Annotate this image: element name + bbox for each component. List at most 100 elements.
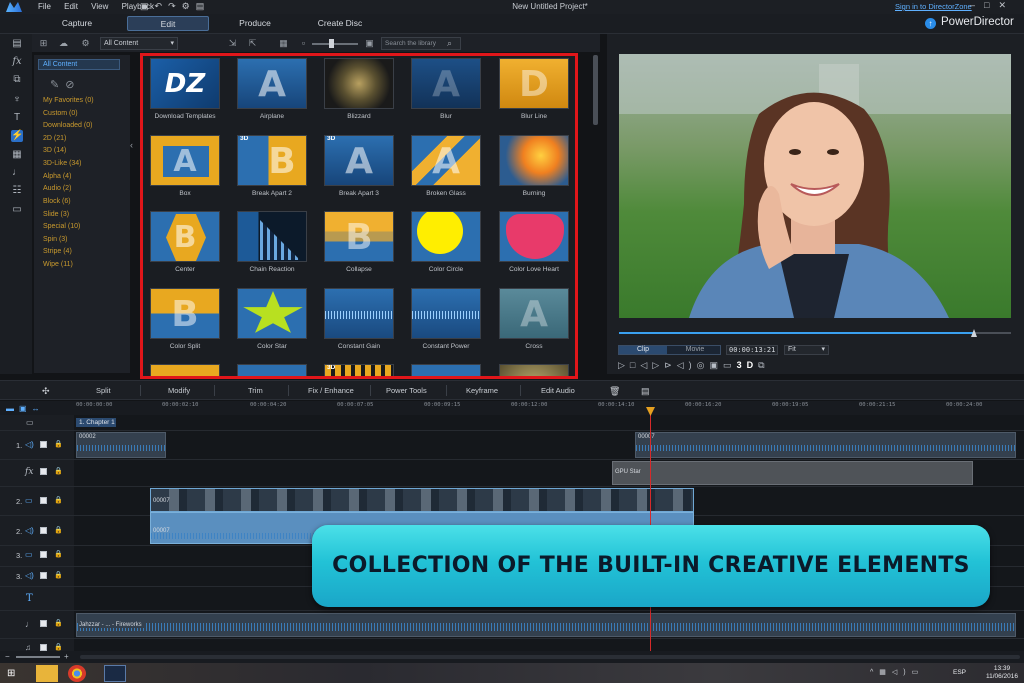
storyboard-view-icon[interactable]: ▣: [19, 404, 32, 413]
transition-tile[interactable]: A: [237, 58, 307, 109]
transition-tile[interactable]: A: [150, 135, 220, 186]
transition-room-icon[interactable]: ⚡: [11, 130, 23, 142]
transition-tile[interactable]: A: [499, 288, 569, 339]
category-downloaded[interactable]: Downloaded (0): [43, 122, 92, 129]
plugin-icon[interactable]: ⚙: [80, 38, 91, 48]
split-button[interactable]: Split: [96, 386, 111, 395]
edit-audio-button[interactable]: Edit Audio: [541, 386, 575, 395]
track-enable-checkbox[interactable]: [40, 527, 47, 534]
track-enable-checkbox[interactable]: [40, 468, 47, 475]
effect-clip[interactable]: GPU Star: [612, 461, 973, 485]
chapter-room-icon[interactable]: ☷: [11, 185, 23, 197]
content-filter-select[interactable]: All Content ▾: [100, 37, 178, 50]
category-spin[interactable]: Spin (3): [43, 236, 68, 243]
tab-edit[interactable]: Edit: [127, 16, 209, 31]
audio-clip[interactable]: 00007: [635, 432, 1016, 458]
grid-view-icon[interactable]: ▦: [278, 38, 289, 48]
overwrite-icon[interactable]: ⇱: [247, 38, 258, 48]
fit-timeline-icon[interactable]: ↔: [32, 404, 45, 413]
add-tag-icon[interactable]: ✎: [50, 79, 65, 91]
category-my-favorites[interactable]: My Favorites (0): [43, 97, 94, 104]
snapshot-icon[interactable]: ◎: [697, 360, 710, 370]
transition-tile[interactable]: [324, 288, 394, 339]
tab-capture[interactable]: Capture: [38, 16, 116, 31]
lock-icon[interactable]: 🔒: [54, 496, 63, 504]
particle-room-icon[interactable]: ♆: [11, 94, 23, 106]
powerdirector-taskbar-icon[interactable]: [104, 665, 126, 682]
play-icon[interactable]: ▷: [618, 360, 630, 370]
speaker-icon[interactable]: ◁): [892, 669, 912, 676]
battery-icon[interactable]: ▭: [912, 669, 925, 676]
category-slide[interactable]: Slide (3): [43, 211, 69, 218]
stop-icon[interactable]: □: [630, 360, 640, 370]
settings-icon[interactable]: ⚙: [182, 1, 196, 11]
track-enable-checkbox[interactable]: [40, 620, 47, 627]
small-thumb-icon[interactable]: ▫: [298, 38, 309, 48]
pip-room-icon[interactable]: ⧉: [11, 74, 23, 86]
category-block[interactable]: Block (6): [43, 198, 71, 205]
chapter-marker[interactable]: 1. Chapter 1: [76, 418, 116, 427]
file-explorer-icon[interactable]: [36, 665, 58, 682]
zoom-in-icon[interactable]: +: [64, 652, 69, 661]
transition-tile[interactable]: B: [150, 288, 220, 339]
track-enable-checkbox[interactable]: [40, 644, 47, 651]
transition-tile[interactable]: D: [499, 58, 569, 109]
track-enable-checkbox[interactable]: [40, 551, 47, 558]
modify-button[interactable]: Modify: [168, 386, 190, 395]
fix-enhance-button[interactable]: Fix / Enhance: [308, 386, 354, 395]
menu-file[interactable]: File: [38, 2, 51, 11]
menu-view[interactable]: View: [91, 2, 108, 11]
undock-icon[interactable]: ⧉: [758, 360, 769, 370]
music-clip[interactable]: Jahzzar - ... - Fireworks: [76, 613, 1016, 637]
signin-link[interactable]: Sign in to DirectorZone: [895, 2, 972, 11]
track-enable-checkbox[interactable]: [40, 497, 47, 504]
transition-tile[interactable]: [411, 288, 481, 339]
collapse-panel-icon[interactable]: ‹: [130, 140, 138, 154]
remove-tag-icon[interactable]: ⊘: [65, 79, 80, 91]
magic-tools-icon[interactable]: ✣: [42, 386, 50, 397]
transition-tile[interactable]: [411, 211, 481, 262]
transition-tile[interactable]: B: [324, 211, 394, 262]
track-enable-checkbox[interactable]: [40, 572, 47, 579]
category-alpha[interactable]: Alpha (4): [43, 173, 71, 180]
category-custom[interactable]: Custom (0): [43, 110, 78, 117]
thumbnail-size-slider[interactable]: [312, 43, 358, 45]
category-2d[interactable]: 2D (21): [43, 135, 66, 142]
cloud-icon[interactable]: ☁: [58, 38, 69, 48]
undo-icon[interactable]: ↶: [155, 1, 169, 11]
track-enable-checkbox[interactable]: [40, 441, 47, 448]
template-download-tile[interactable]: DZ: [150, 58, 220, 109]
slider-handle[interactable]: [329, 39, 334, 48]
lock-icon[interactable]: 🔒: [54, 619, 63, 627]
subtitle-room-icon[interactable]: ▭: [11, 204, 23, 216]
category-audio[interactable]: Audio (2): [43, 185, 71, 192]
voiceover-icon[interactable]: ♩: [11, 167, 23, 179]
import-icon[interactable]: ⊞: [38, 38, 49, 48]
tab-produce[interactable]: Produce: [216, 16, 294, 31]
save-icon[interactable]: ▣: [140, 1, 155, 11]
timeline-view-icon[interactable]: ▬: [6, 404, 19, 413]
title-room-icon[interactable]: T: [11, 112, 23, 124]
next-frame-icon[interactable]: ▷: [652, 360, 664, 370]
transition-tile[interactable]: [499, 364, 569, 376]
zoom-out-icon[interactable]: −: [5, 652, 10, 661]
delete-icon[interactable]: 🗑: [609, 386, 620, 397]
audio-clip[interactable]: 00002: [76, 432, 166, 458]
windows-start-icon[interactable]: ⊞: [7, 668, 15, 679]
chrome-icon[interactable]: [68, 665, 86, 682]
fast-forward-icon[interactable]: ⊳: [664, 360, 677, 370]
transition-tile[interactable]: [324, 58, 394, 109]
transition-tile[interactable]: A 3D: [324, 135, 394, 186]
fx-room-icon[interactable]: fx: [11, 56, 23, 68]
transition-tile[interactable]: A: [411, 58, 481, 109]
notification-icon[interactable]: ▤: [196, 1, 211, 11]
audio-mixing-icon[interactable]: ▦: [11, 149, 23, 161]
redo-icon[interactable]: ↷: [168, 1, 182, 11]
transition-tile[interactable]: [499, 211, 569, 262]
minimize-icon[interactable]: –: [970, 0, 984, 10]
transition-tile[interactable]: [237, 364, 307, 376]
tab-create-disc[interactable]: Create Disc: [300, 16, 380, 31]
timeline-scrollbar[interactable]: [80, 655, 1020, 659]
lock-icon[interactable]: 🔒: [54, 643, 63, 651]
power-tools-button[interactable]: Power Tools: [386, 386, 427, 395]
